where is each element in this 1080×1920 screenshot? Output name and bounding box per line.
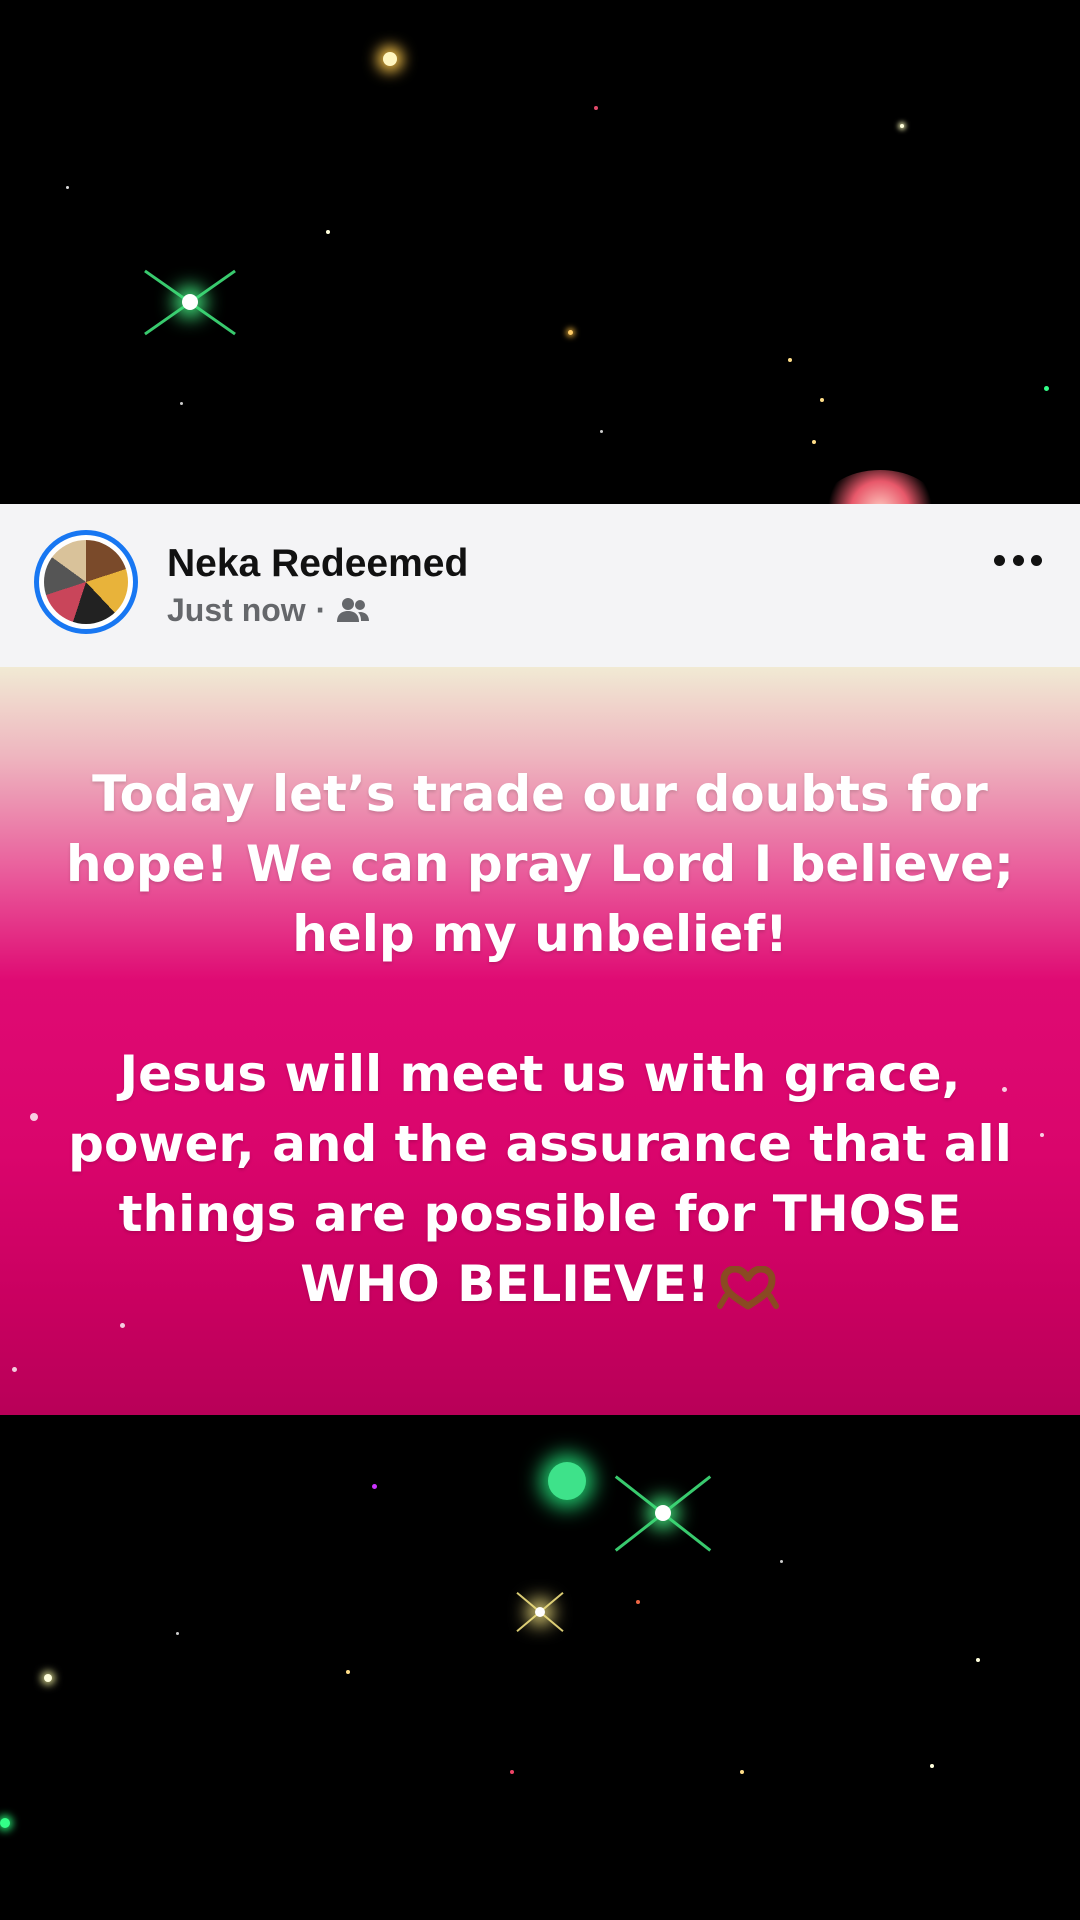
post-header: Neka Redeemed Just now · (0, 504, 1080, 667)
post-meta: Just now · (167, 592, 370, 629)
avatar[interactable] (34, 530, 138, 634)
star (176, 1632, 179, 1635)
star (976, 1658, 980, 1662)
sparkle (1040, 1133, 1044, 1137)
post-content-card: Today let’s trade our doubts for hope! W… (0, 667, 1080, 1415)
post-text: Today let’s trade our doubts for hope! W… (60, 759, 1020, 1319)
star (740, 1770, 744, 1774)
star (44, 1674, 52, 1682)
star (372, 1484, 377, 1489)
timestamp[interactable]: Just now (167, 592, 306, 629)
star (346, 1670, 350, 1674)
more-options-button[interactable] (994, 550, 1042, 570)
star (383, 52, 397, 66)
avatar-image (44, 540, 128, 624)
more-options-icon (994, 554, 1005, 566)
star (780, 1560, 783, 1563)
star (594, 106, 598, 110)
sparkle (12, 1367, 17, 1372)
star (0, 1818, 10, 1828)
post-text-paragraph: Today let’s trade our doubts for hope! W… (65, 765, 1015, 963)
star (812, 440, 816, 444)
star (600, 430, 603, 433)
star (1044, 386, 1049, 391)
author-name[interactable]: Neka Redeemed (167, 542, 468, 586)
star (510, 1770, 514, 1774)
star (548, 1462, 586, 1500)
star (930, 1764, 934, 1768)
meta-separator: · (315, 592, 327, 628)
star (788, 358, 792, 362)
star (180, 402, 183, 405)
sparkle (120, 1323, 125, 1328)
heart-hands-emoji-icon (716, 1265, 779, 1309)
star (568, 330, 573, 335)
friends-icon[interactable] (336, 596, 370, 626)
star (900, 124, 904, 128)
star (66, 186, 69, 189)
star (326, 230, 330, 234)
sparkle (30, 1113, 38, 1121)
star (820, 398, 824, 402)
post-text-paragraph: Jesus will meet us with grace, power, an… (68, 1045, 1012, 1313)
star (636, 1600, 640, 1604)
